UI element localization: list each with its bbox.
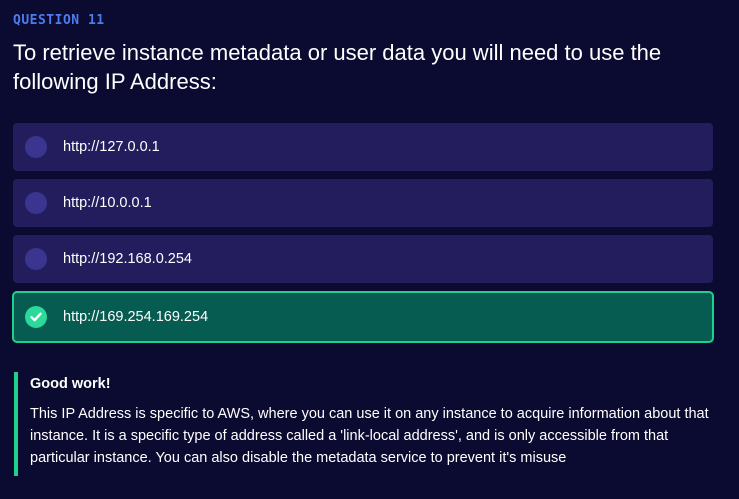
check-circle-icon xyxy=(25,306,47,328)
radio-empty-icon xyxy=(25,136,47,158)
feedback-title: Good work! xyxy=(30,376,111,392)
feedback-explanation: This IP Address is specific to AWS, wher… xyxy=(30,406,709,466)
answer-options: http://127.0.0.1 http://10.0.0.1 http://… xyxy=(12,123,714,351)
answer-option-4-correct[interactable]: http://169.254.169.254 xyxy=(12,291,714,343)
answer-option-2[interactable]: http://10.0.0.1 xyxy=(13,179,713,227)
radio-empty-icon xyxy=(25,192,47,214)
answer-option-label: http://192.168.0.254 xyxy=(63,251,192,267)
answer-option-label: http://169.254.169.254 xyxy=(63,309,209,325)
answer-option-1[interactable]: http://127.0.0.1 xyxy=(13,123,713,171)
question-text: To retrieve instance metadata or user da… xyxy=(13,40,662,94)
question-label: QUESTION 11 xyxy=(13,13,105,28)
answer-option-3[interactable]: http://192.168.0.254 xyxy=(13,235,713,283)
answer-option-label: http://127.0.0.1 xyxy=(63,139,160,155)
radio-empty-icon xyxy=(25,248,47,270)
answer-option-label: http://10.0.0.1 xyxy=(63,195,152,211)
feedback-panel: Good work! This IP Address is specific t… xyxy=(14,372,714,476)
